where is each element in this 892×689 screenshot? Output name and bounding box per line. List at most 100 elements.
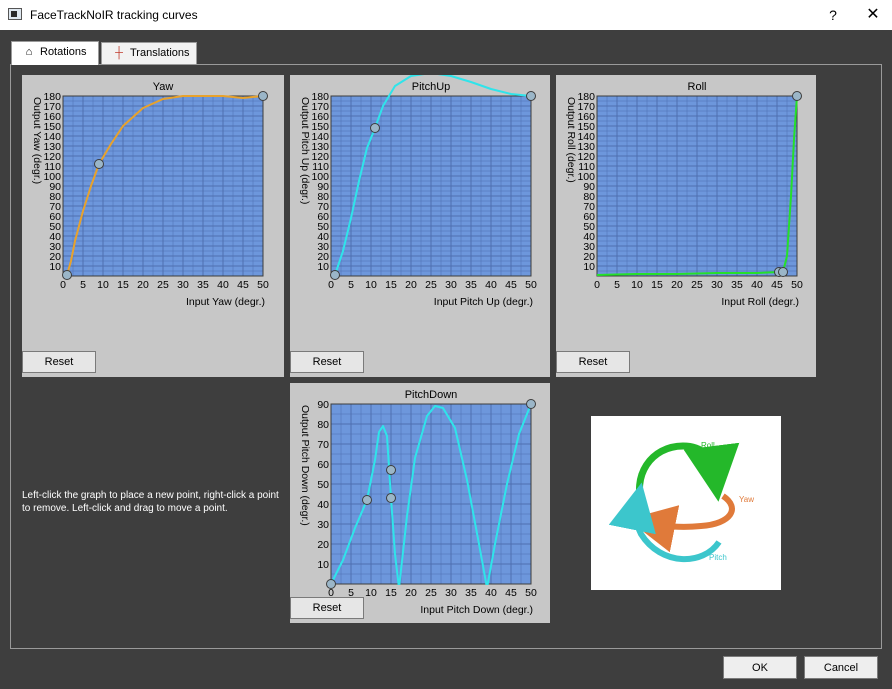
y-tick-label: 40 [317, 499, 329, 511]
yaw-control-point [258, 91, 268, 101]
x-tick-label: 25 [425, 279, 437, 291]
rotation-arrows-icon: Roll Yaw Pitch [608, 441, 754, 563]
pitchdown-reset-button[interactable]: Reset [290, 597, 364, 619]
pitchup-control-point [370, 123, 380, 133]
x-tick-label: 45 [505, 279, 517, 291]
x-tick-label: 10 [631, 279, 643, 291]
x-tick-label: 0 [594, 279, 600, 291]
x-tick-label: 30 [711, 279, 723, 291]
tab-translations-label: Translations [130, 47, 190, 59]
x-tick-label: 15 [651, 279, 663, 291]
pitchdown-y-axis-label: Output Pitch Down (degr.) [299, 405, 311, 526]
x-tick-label: 15 [117, 279, 129, 291]
roll-chart-title: Roll [688, 81, 707, 93]
title-bar: FaceTrackNoIR tracking curves ? ✕ [0, 0, 892, 30]
pitchdown-control-point [526, 399, 536, 409]
x-tick-label: 25 [425, 587, 437, 599]
x-tick-label: 15 [385, 279, 397, 291]
y-tick-label: 180 [577, 91, 595, 103]
window-title: FaceTrackNoIR tracking curves [30, 8, 198, 22]
x-tick-label: 10 [365, 587, 377, 599]
x-tick-label: 40 [217, 279, 229, 291]
pitchup-y-axis-label: Output Pitch Up (degr.) [299, 97, 311, 204]
pitchup-control-point [526, 91, 536, 101]
crosshair-icon: ┼ [115, 47, 123, 59]
pitchup-curve-panel: 10 20 30 40 50 60 70 80 90 100 110 120 130 140 150 160 1… [290, 75, 550, 377]
x-tick-label: 5 [614, 279, 620, 291]
rotation-axes-image: Roll Yaw Pitch [591, 416, 781, 590]
roll-control-point [778, 267, 788, 277]
y-tick-label: 10 [317, 559, 329, 571]
x-tick-label: 35 [465, 279, 477, 291]
yaw-image-label: Yaw [739, 495, 754, 504]
x-tick-label: 35 [197, 279, 209, 291]
x-tick-label: 35 [465, 587, 477, 599]
tab-rotations[interactable]: ⌂ Rotations [11, 41, 99, 65]
pitchdown-curve-panel: 10 20 30 40 50 60 70 80 90 0 5 10 15 20 25 30 35 40 45 50 Pi… [290, 383, 550, 623]
roll-control-point [792, 91, 802, 101]
x-tick-label: 30 [177, 279, 189, 291]
yaw-curve-panel: 10 20 30 40 50 60 70 80 90 100 110 120 130 140 150 160 1… [22, 75, 284, 377]
app-icon [8, 8, 22, 20]
yaw-reset-button[interactable]: Reset [22, 351, 96, 373]
x-tick-label: 35 [731, 279, 743, 291]
x-tick-label: 20 [405, 279, 417, 291]
roll-x-axis-label: Input Roll (degr.) [721, 296, 799, 308]
y-tick-label: 180 [311, 91, 329, 103]
help-button[interactable]: ? [822, 4, 844, 26]
close-button[interactable]: ✕ [862, 4, 884, 26]
grid [62, 95, 264, 277]
cancel-button[interactable]: Cancel [804, 656, 878, 679]
yaw-control-point [94, 159, 104, 169]
x-tick-label: 40 [485, 279, 497, 291]
yaw-chart-title: Yaw [153, 81, 174, 93]
tab-translations[interactable]: ┼ Translations [101, 42, 197, 64]
y-tick-label: 70 [317, 439, 329, 451]
yaw-x-axis-label: Input Yaw (degr.) [186, 296, 265, 308]
roll-image-label: Roll [701, 441, 715, 450]
y-tick-label: 20 [317, 539, 329, 551]
pitchdown-control-point [362, 495, 372, 505]
grid [330, 95, 532, 277]
x-tick-label: 20 [405, 587, 417, 599]
x-tick-label: 40 [485, 587, 497, 599]
x-tick-label: 50 [525, 279, 537, 291]
x-tick-label: 0 [328, 279, 334, 291]
roll-curve-panel: 10 20 30 40 50 60 70 80 90 100 110 120 130 140 150 160 1… [556, 75, 816, 377]
pitchup-chart-title: PitchUp [412, 81, 451, 93]
x-tick-label: 20 [671, 279, 683, 291]
yaw-y-axis-label: Output Yaw (degr.) [31, 97, 43, 184]
x-tick-label: 30 [445, 279, 457, 291]
yaw-curve-chart[interactable]: 1020304050607080901001101201301401501601… [22, 75, 284, 377]
y-tick-label: 60 [317, 459, 329, 471]
y-tick-label: 30 [317, 519, 329, 531]
pitchdown-x-axis-label: Input Pitch Down (degr.) [420, 604, 533, 616]
home-icon: ⌂ [25, 46, 33, 58]
pitchdown-control-point [386, 465, 396, 475]
grid [596, 95, 798, 277]
x-tick-label: 50 [525, 587, 537, 599]
pitch-image-label: Pitch [709, 553, 727, 562]
x-tick-label: 25 [157, 279, 169, 291]
grid [330, 403, 532, 585]
y-tick-label: 180 [43, 91, 61, 103]
pitchdown-chart-title: PitchDown [405, 389, 458, 401]
pitchdown-curve-chart[interactable]: 1020304050607080900 5 10 15 20 25 30 35 40 45 50Pi… [290, 383, 550, 623]
x-tick-label: 50 [791, 279, 803, 291]
pitchup-curve-chart[interactable]: 1020304050607080901001101201301401501601… [290, 75, 550, 377]
x-tick-label: 10 [365, 279, 377, 291]
pitchdown-control-point [386, 493, 396, 503]
x-tick-label: 0 [60, 279, 66, 291]
roll-curve-chart[interactable]: 1020304050607080901001101201301401501601… [556, 75, 816, 377]
x-tick-label: 45 [771, 279, 783, 291]
x-tick-label: 50 [257, 279, 269, 291]
roll-reset-button[interactable]: Reset [556, 351, 630, 373]
x-tick-label: 45 [237, 279, 249, 291]
x-tick-label: 30 [445, 587, 457, 599]
ok-button[interactable]: OK [723, 656, 797, 679]
x-tick-label: 15 [385, 587, 397, 599]
tab-rotations-label: Rotations [40, 46, 87, 58]
roll-y-axis-label: Output Roll (degr.) [565, 97, 577, 183]
y-tick-label: 80 [317, 419, 329, 431]
pitchup-reset-button[interactable]: Reset [290, 351, 364, 373]
